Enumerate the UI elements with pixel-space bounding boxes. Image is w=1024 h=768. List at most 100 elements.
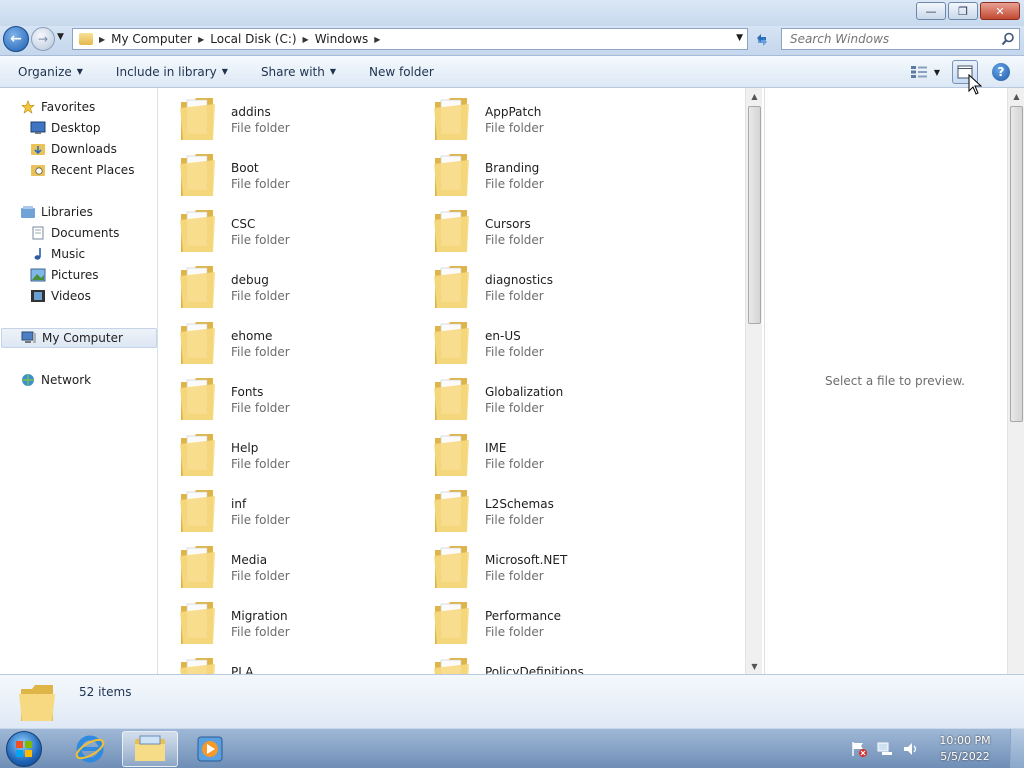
file-item-text: Media File folder: [231, 552, 290, 584]
file-item[interactable]: diagnostics File folder: [413, 260, 663, 316]
nav-network[interactable]: Network: [20, 370, 176, 390]
preview-scroll-up-arrow[interactable]: ▲: [1008, 88, 1024, 104]
close-button[interactable]: ✕: [980, 2, 1020, 20]
file-item[interactable]: Cursors File folder: [413, 204, 663, 260]
file-name: ehome: [231, 329, 273, 343]
volume-icon[interactable]: [902, 741, 920, 757]
folder-icon: [180, 434, 215, 476]
nav-my-computer[interactable]: My Computer: [1, 328, 157, 348]
file-item[interactable]: Migration File folder: [159, 596, 409, 652]
file-item[interactable]: AppPatch File folder: [413, 92, 663, 148]
scroll-down-arrow[interactable]: ▼: [746, 658, 763, 674]
chevron-down-icon: ▼: [221, 67, 228, 76]
file-item[interactable]: PolicyDefinitionsFile folder: [413, 652, 663, 674]
folder-icon: [180, 490, 215, 532]
command-bar: Organize ▼ Include in library ▼ Share wi…: [0, 56, 1024, 88]
file-name: Help: [231, 441, 259, 455]
file-item[interactable]: Media File folder: [159, 540, 409, 596]
views-dropdown-icon[interactable]: ▼: [934, 68, 940, 77]
organize-menu[interactable]: Organize ▼: [0, 65, 98, 79]
new-folder-button[interactable]: New folder: [351, 65, 449, 79]
recent-pages-dropdown[interactable]: ▼: [57, 32, 64, 42]
file-name: Fonts: [231, 385, 264, 399]
breadcrumb-windows[interactable]: Windows: [315, 32, 369, 46]
file-name: Media: [231, 553, 268, 567]
chevron-right-icon[interactable]: ▶: [303, 35, 309, 44]
network-tray-icon[interactable]: [876, 741, 894, 757]
file-item[interactable]: Performance File folder: [413, 596, 663, 652]
file-name: PolicyDefinitions: [485, 665, 584, 674]
file-item[interactable]: PLAFile folder: [159, 652, 409, 674]
chevron-right-icon[interactable]: ▶: [198, 35, 204, 44]
breadcrumb-my-computer[interactable]: My Computer: [111, 32, 192, 46]
taskbar-internet-explorer[interactable]: [62, 731, 118, 767]
details-pane: 52 items: [0, 674, 1024, 728]
address-dropdown-icon[interactable]: ▼: [736, 33, 743, 43]
taskbar-media-player[interactable]: [182, 731, 238, 767]
breadcrumb-local-disk[interactable]: Local Disk (C:): [210, 32, 296, 46]
search-box[interactable]: [781, 28, 1020, 50]
file-item-text: PLAFile folder: [231, 664, 290, 674]
file-item-text: Branding File folder: [485, 160, 544, 192]
folder-icon: [180, 322, 215, 364]
chevron-right-icon[interactable]: ▶: [99, 35, 105, 44]
folder-icon: [79, 33, 93, 45]
file-type: File folder: [231, 457, 290, 471]
refresh-button[interactable]: [751, 30, 773, 50]
nav-network-label: Network: [41, 373, 92, 387]
file-item[interactable]: CSC File folder: [159, 204, 409, 260]
file-item[interactable]: ehome File folder: [159, 316, 409, 372]
file-item[interactable]: Microsoft.NET File folder: [413, 540, 663, 596]
libraries-icon: [21, 206, 35, 218]
chevron-right-icon[interactable]: ▶: [374, 35, 380, 44]
file-list-scrollbar[interactable]: ▲ ▼: [745, 88, 762, 674]
help-button[interactable]: ?: [992, 63, 1010, 81]
taskbar-windows-explorer[interactable]: [122, 731, 178, 767]
preview-scroll-thumb[interactable]: [1010, 106, 1023, 422]
file-item[interactable]: L2Schemas File folder: [413, 484, 663, 540]
start-button[interactable]: [6, 731, 42, 767]
folder-icon: [434, 602, 469, 644]
system-tray: 10:00 PM 5/5/2022: [850, 729, 1024, 768]
file-item[interactable]: Boot File folder: [159, 148, 409, 204]
search-input[interactable]: [790, 32, 990, 46]
folder-icon: [434, 658, 469, 674]
minimize-button[interactable]: —: [916, 2, 946, 20]
back-button[interactable]: ←: [3, 26, 29, 52]
scroll-up-arrow[interactable]: ▲: [746, 88, 763, 104]
music-note-icon: [34, 248, 41, 260]
explorer-folder-icon: [135, 735, 165, 761]
forward-button[interactable]: →: [31, 27, 55, 51]
file-item[interactable]: debug File folder: [159, 260, 409, 316]
search-icon[interactable]: [1001, 32, 1015, 46]
nav-favorites[interactable]: Favorites: [20, 97, 176, 117]
clock[interactable]: 10:00 PM 5/5/2022: [930, 733, 1000, 765]
file-item[interactable]: en-US File folder: [413, 316, 663, 372]
maximize-button[interactable]: ❐: [948, 2, 978, 20]
nav-libraries[interactable]: Libraries: [20, 202, 176, 222]
address-bar[interactable]: ▶ My Computer ▶ Local Disk (C:) ▶ Window…: [72, 28, 748, 50]
file-item[interactable]: Help File folder: [159, 428, 409, 484]
share-with-label: Share with: [260, 64, 325, 79]
file-name: en-US: [485, 329, 521, 343]
file-item[interactable]: Fonts File folder: [159, 372, 409, 428]
file-list-scroll-thumb[interactable]: [748, 106, 761, 324]
show-desktop-button[interactable]: [1010, 729, 1024, 768]
folder-icon: [434, 434, 469, 476]
file-item[interactable]: addins File folder: [159, 92, 409, 148]
internet-explorer-icon: [75, 735, 105, 763]
action-center-flag-icon[interactable]: [850, 741, 868, 757]
file-type: File folder: [485, 625, 544, 639]
include-in-library-menu[interactable]: Include in library ▼: [98, 65, 243, 79]
window-controls: — ❐ ✕: [916, 2, 1020, 20]
file-item[interactable]: inf File folder: [159, 484, 409, 540]
file-item[interactable]: IME File folder: [413, 428, 663, 484]
file-item[interactable]: Branding File folder: [413, 148, 663, 204]
file-name: inf: [231, 497, 247, 511]
change-view-icon[interactable]: [910, 65, 928, 79]
folder-icon: [180, 378, 215, 420]
share-with-menu[interactable]: Share with ▼: [243, 65, 351, 79]
file-item[interactable]: Globalization File folder: [413, 372, 663, 428]
file-type: File folder: [231, 513, 290, 527]
preview-scrollbar[interactable]: ▲: [1007, 88, 1024, 674]
